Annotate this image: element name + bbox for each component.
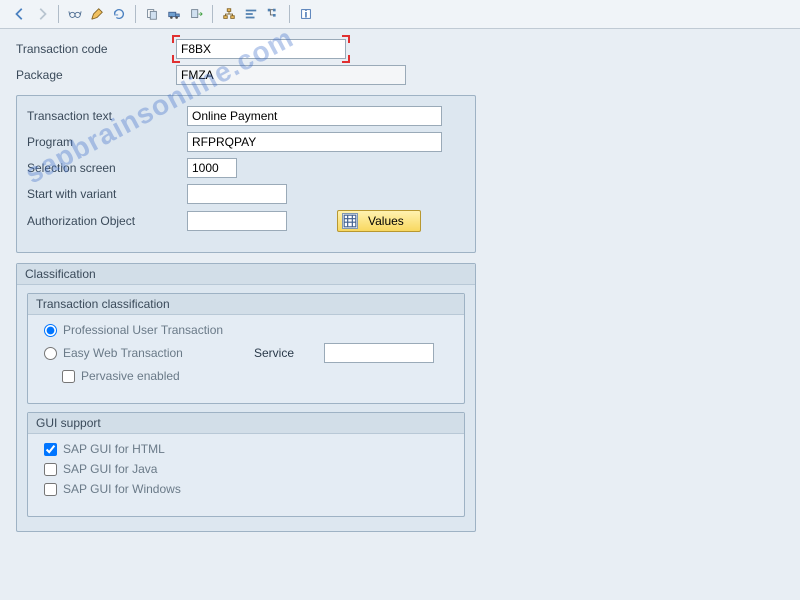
svg-text:i: i xyxy=(305,9,308,21)
classification-panel: Classification Transaction classificatio… xyxy=(16,263,476,532)
hierarchy-icon[interactable] xyxy=(219,4,239,24)
auth-object-label: Authorization Object xyxy=(27,214,187,228)
align-icon[interactable] xyxy=(241,4,261,24)
program-label: Program xyxy=(27,135,187,149)
main-content: Transaction code Package Transaction tex… xyxy=(0,29,800,552)
transaction-classification-group: Transaction classification Professional … xyxy=(27,293,465,404)
toolbar-separator xyxy=(212,5,213,23)
highlight-corner xyxy=(172,35,180,43)
toolbar-separator xyxy=(58,5,59,23)
gui-html-label: SAP GUI for HTML xyxy=(63,442,165,456)
easy-web-radio-row[interactable]: Easy Web Transaction xyxy=(44,346,254,360)
gui-html-row[interactable]: SAP GUI for HTML xyxy=(44,442,454,456)
highlight-corner xyxy=(172,55,180,63)
transaction-text-input[interactable] xyxy=(187,106,442,126)
gui-java-row[interactable]: SAP GUI for Java xyxy=(44,462,454,476)
tcode-input[interactable] xyxy=(176,39,346,59)
easy-web-radio[interactable] xyxy=(44,347,57,360)
tree-icon[interactable] xyxy=(263,4,283,24)
professional-radio[interactable] xyxy=(44,324,57,337)
gui-title: GUI support xyxy=(28,413,464,434)
values-button-label: Values xyxy=(368,214,404,228)
selection-screen-label: Selection screen xyxy=(27,161,187,175)
start-variant-input[interactable] xyxy=(187,184,287,204)
tcode-label: Transaction code xyxy=(16,42,176,56)
glasses-icon[interactable] xyxy=(65,4,85,24)
selection-screen-input[interactable] xyxy=(187,158,237,178)
service-input[interactable] xyxy=(324,343,434,363)
copy-icon[interactable] xyxy=(142,4,162,24)
auth-object-input[interactable] xyxy=(187,211,287,231)
tclass-title: Transaction classification xyxy=(28,294,464,315)
back-icon[interactable] xyxy=(10,4,30,24)
gui-win-checkbox[interactable] xyxy=(44,483,57,496)
gui-support-group: GUI support SAP GUI for HTML SAP GUI for… xyxy=(27,412,465,517)
pervasive-check-row[interactable]: Pervasive enabled xyxy=(62,369,454,383)
transport-icon[interactable] xyxy=(164,4,184,24)
forward-icon[interactable] xyxy=(32,4,52,24)
table-icon xyxy=(342,213,358,229)
gui-win-label: SAP GUI for Windows xyxy=(63,482,181,496)
values-button[interactable]: Values xyxy=(337,210,421,232)
pervasive-checkbox[interactable] xyxy=(62,370,75,383)
professional-label: Professional User Transaction xyxy=(63,323,223,337)
start-variant-label: Start with variant xyxy=(27,187,187,201)
pervasive-label: Pervasive enabled xyxy=(81,369,180,383)
highlight-corner xyxy=(342,55,350,63)
info-icon[interactable]: i xyxy=(296,4,316,24)
classification-title: Classification xyxy=(17,264,475,285)
program-input[interactable] xyxy=(187,132,442,152)
gui-java-checkbox[interactable] xyxy=(44,463,57,476)
edit-icon[interactable] xyxy=(87,4,107,24)
easy-web-row: Easy Web Transaction Service xyxy=(44,343,454,363)
gui-java-label: SAP GUI for Java xyxy=(63,462,157,476)
toolbar-separator xyxy=(289,5,290,23)
gui-win-row[interactable]: SAP GUI for Windows xyxy=(44,482,454,496)
toolbar-separator xyxy=(135,5,136,23)
service-label: Service xyxy=(254,346,324,360)
professional-radio-row[interactable]: Professional User Transaction xyxy=(44,323,454,337)
highlight-corner xyxy=(342,35,350,43)
paste-icon[interactable] xyxy=(186,4,206,24)
details-panel: Transaction text Program Selection scree… xyxy=(16,95,476,253)
gui-html-checkbox[interactable] xyxy=(44,443,57,456)
package-input xyxy=(176,65,406,85)
refresh-icon[interactable] xyxy=(109,4,129,24)
transaction-text-label: Transaction text xyxy=(27,109,187,123)
easy-web-label: Easy Web Transaction xyxy=(63,346,183,360)
app-toolbar: i xyxy=(0,0,800,29)
package-label: Package xyxy=(16,68,176,82)
